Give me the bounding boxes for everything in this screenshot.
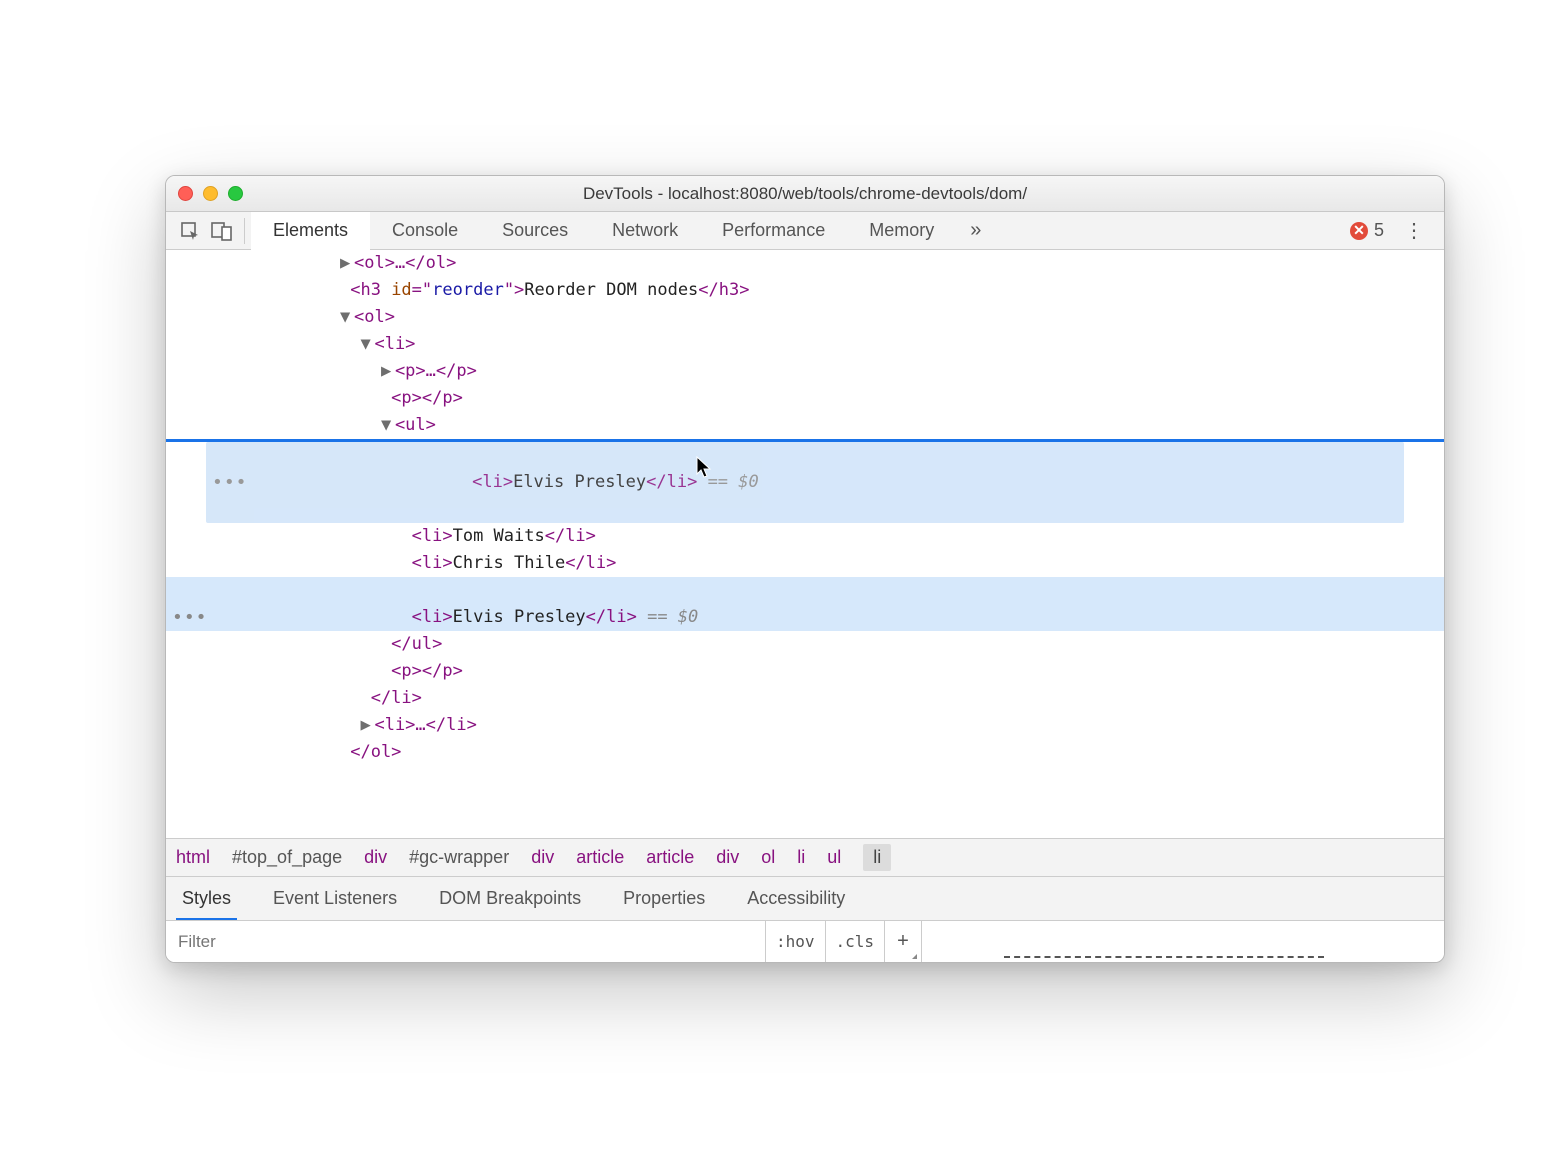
dom-node[interactable]: <h3 id="reorder">Reorder DOM nodes</h3>	[166, 277, 1444, 304]
dragging-node[interactable]: ••• <li>Elvis Presley</li> == $0	[206, 442, 1404, 523]
main-toolbar: Elements Console Sources Network Perform…	[166, 212, 1444, 250]
subtab-event-listeners[interactable]: Event Listeners	[267, 877, 403, 921]
dom-node[interactable]: </ul>	[166, 631, 1444, 658]
crumb-div[interactable]: div	[364, 847, 387, 868]
tab-elements[interactable]: Elements	[251, 212, 370, 250]
selected-node[interactable]: ••• <li>Elvis Presley</li> == $0	[166, 577, 1444, 631]
drag-handle-icon: •••	[212, 469, 248, 496]
devtools-window: DevTools - localhost:8080/web/tools/chro…	[165, 175, 1445, 963]
crumb-ol[interactable]: ol	[761, 847, 775, 868]
breadcrumb-bar: html #top_of_page div #gc-wrapper div ar…	[166, 838, 1444, 876]
crumb-div[interactable]: div	[716, 847, 739, 868]
subtab-dom-breakpoints[interactable]: DOM Breakpoints	[433, 877, 587, 921]
dom-node[interactable]: ▼<li>	[166, 331, 1444, 358]
dom-node[interactable]: <li>Tom Waits</li>	[166, 523, 1444, 550]
crumb-article[interactable]: article	[576, 847, 624, 868]
device-toggle-icon[interactable]	[206, 215, 238, 247]
crumb-top-of-page[interactable]: #top_of_page	[232, 847, 342, 868]
dom-node[interactable]: <li>Chris Thile</li>	[166, 550, 1444, 577]
crumb-li[interactable]: li	[797, 847, 805, 868]
error-icon: ✕	[1350, 222, 1368, 240]
dom-node[interactable]: <p></p>	[166, 658, 1444, 685]
tab-console[interactable]: Console	[370, 212, 480, 250]
tab-memory[interactable]: Memory	[847, 212, 956, 250]
crumb-ul[interactable]: ul	[827, 847, 841, 868]
dom-node[interactable]: ▶<p>…</p>	[166, 358, 1444, 385]
dom-node[interactable]: </ol>	[166, 739, 1444, 766]
new-style-rule-button[interactable]: +	[885, 921, 922, 963]
dom-tree[interactable]: ▶<ol>…</ol> <h3 id="reorder">Reorder DOM…	[166, 250, 1444, 838]
tab-network[interactable]: Network	[590, 212, 700, 250]
node-actions-icon[interactable]: •••	[172, 604, 208, 631]
subtab-accessibility[interactable]: Accessibility	[741, 877, 851, 921]
titlebar: DevTools - localhost:8080/web/tools/chro…	[166, 176, 1444, 212]
crumb-article[interactable]: article	[646, 847, 694, 868]
styles-tabbar: Styles Event Listeners DOM Breakpoints P…	[166, 876, 1444, 920]
inspect-element-icon[interactable]	[174, 215, 206, 247]
more-options-icon[interactable]: ⋮	[1392, 218, 1436, 243]
tabs-overflow-button[interactable]: »	[956, 219, 995, 242]
subtab-properties[interactable]: Properties	[617, 877, 711, 921]
styles-filter-input[interactable]	[166, 921, 766, 963]
tab-sources[interactable]: Sources	[480, 212, 590, 250]
dom-node[interactable]: ▶<ol>…</ol>	[166, 250, 1444, 277]
error-count: 5	[1374, 220, 1384, 241]
subtab-styles[interactable]: Styles	[176, 877, 237, 921]
dom-node[interactable]: ▼<ul>	[166, 412, 1444, 439]
tab-performance[interactable]: Performance	[700, 212, 847, 250]
dom-node[interactable]: </li>	[166, 685, 1444, 712]
dom-node[interactable]: ▶<li>…</li>	[166, 712, 1444, 739]
dom-node[interactable]: <p></p>	[166, 385, 1444, 412]
styles-filter-bar: :hov .cls +	[166, 920, 1444, 962]
cls-toggle[interactable]: .cls	[826, 921, 886, 963]
crumb-li-selected[interactable]: li	[863, 844, 891, 871]
dom-node[interactable]: ▼<ol>	[166, 304, 1444, 331]
hov-toggle[interactable]: :hov	[766, 921, 826, 963]
toolbar-separator	[244, 218, 245, 244]
crumb-gc-wrapper[interactable]: #gc-wrapper	[409, 847, 509, 868]
window-title: DevTools - localhost:8080/web/tools/chro…	[166, 184, 1444, 204]
crumb-div[interactable]: div	[531, 847, 554, 868]
box-model-preview	[1004, 956, 1324, 960]
crumb-html[interactable]: html	[176, 847, 210, 868]
error-badge[interactable]: ✕ 5	[1350, 220, 1392, 241]
